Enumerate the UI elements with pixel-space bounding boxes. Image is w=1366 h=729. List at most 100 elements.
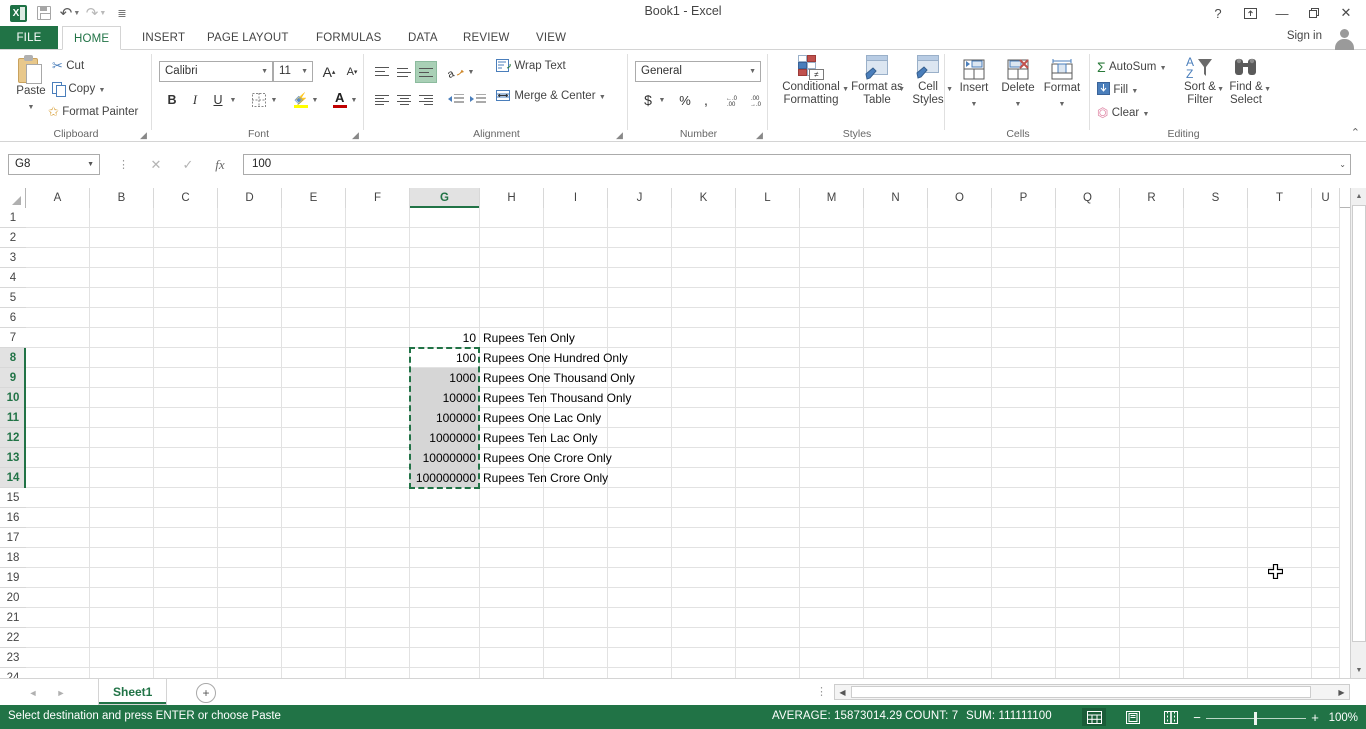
cell-G13[interactable]: 10000000 xyxy=(410,448,476,468)
increase-indent-button[interactable] xyxy=(467,89,489,111)
align-middle-button[interactable] xyxy=(393,61,415,83)
column-header-t[interactable]: T xyxy=(1248,188,1312,208)
grow-font-button[interactable]: A ▴ xyxy=(318,61,340,83)
orientation-button[interactable]: a xyxy=(445,61,467,83)
scroll-right-icon[interactable]: ▶ xyxy=(1334,685,1349,699)
column-header-f[interactable]: F xyxy=(346,188,410,208)
copy-dropdown-icon[interactable]: ▼ xyxy=(99,87,106,94)
row-header-20[interactable]: 20 xyxy=(0,588,26,608)
column-header-h[interactable]: H xyxy=(480,188,544,208)
font-name-input[interactable]: Calibri ▼ xyxy=(159,61,273,82)
format-as-table-button[interactable]: Format as Table ▼ xyxy=(851,55,905,107)
column-header-k[interactable]: K xyxy=(672,188,736,208)
zoom-slider[interactable] xyxy=(1206,710,1306,726)
cell-G9[interactable]: 1000 xyxy=(410,368,476,388)
cell-H11[interactable]: Rupees One Lac Only xyxy=(483,408,601,428)
vertical-scrollbar[interactable]: ▲ ▼ xyxy=(1350,188,1366,678)
merge-center-dropdown-icon[interactable]: ▼ xyxy=(599,94,606,101)
column-header-e[interactable]: E xyxy=(282,188,346,208)
row-header-19[interactable]: 19 xyxy=(0,568,26,588)
tab-file[interactable]: FILE xyxy=(0,26,58,50)
column-header-p[interactable]: P xyxy=(992,188,1056,208)
select-all-button[interactable] xyxy=(0,188,26,208)
align-center-button[interactable] xyxy=(393,89,415,111)
horizontal-scrollbar[interactable]: ◀ ▶ xyxy=(834,684,1350,700)
font-size-input[interactable]: 11 ▼ xyxy=(273,61,313,82)
vertical-scroll-thumb[interactable] xyxy=(1352,205,1366,642)
avatar[interactable] xyxy=(1332,27,1358,50)
cut-button[interactable]: ✂ Cut xyxy=(52,58,84,74)
scroll-up-icon[interactable]: ▲ xyxy=(1351,188,1366,204)
collapse-ribbon-icon[interactable]: ⌃ xyxy=(1351,126,1360,139)
cell-H14[interactable]: Rupees Ten Crore Only xyxy=(483,468,608,488)
column-header-m[interactable]: M xyxy=(800,188,864,208)
alignment-dialog-launcher-icon[interactable]: ◢ xyxy=(616,130,625,140)
sheet-tab-sheet1[interactable]: Sheet1 xyxy=(98,679,168,705)
column-header-g[interactable]: G xyxy=(410,188,480,208)
find-select-button[interactable]: Find & Select ▼ xyxy=(1222,55,1271,107)
column-header-r[interactable]: R xyxy=(1120,188,1184,208)
insert-cells-button[interactable]: Insert ▼ xyxy=(950,58,998,109)
delete-cells-button[interactable]: Delete ▼ xyxy=(994,58,1042,109)
decrease-indent-button[interactable] xyxy=(445,89,467,111)
column-header-l[interactable]: L xyxy=(736,188,800,208)
clipboard-dialog-launcher-icon[interactable]: ◢ xyxy=(140,130,149,140)
fill-dropdown-icon[interactable]: ▼ xyxy=(1131,88,1138,95)
zoom-out-button[interactable]: − xyxy=(1188,710,1206,725)
format-as-table-dropdown-icon[interactable]: ▼ xyxy=(898,86,905,93)
accounting-dropdown-icon[interactable]: ▼ xyxy=(656,89,668,111)
restore-button[interactable] xyxy=(1298,0,1330,26)
fill-color-dropdown-icon[interactable]: ▼ xyxy=(309,89,321,111)
insert-cells-dropdown-icon[interactable]: ▼ xyxy=(971,101,978,108)
underline-dropdown-icon[interactable]: ▼ xyxy=(227,89,239,111)
row-header-17[interactable]: 17 xyxy=(0,528,26,548)
row-header-10[interactable]: 10 xyxy=(0,388,26,408)
cell-H8[interactable]: Rupees One Hundred Only xyxy=(483,348,628,368)
cell-G10[interactable]: 10000 xyxy=(410,388,476,408)
column-header-o[interactable]: O xyxy=(928,188,992,208)
cell-G7[interactable]: 10 xyxy=(410,328,476,348)
autosum-button[interactable]: Σ AutoSum ▼ xyxy=(1097,59,1167,75)
underline-button[interactable]: U xyxy=(207,89,229,111)
autosum-dropdown-icon[interactable]: ▼ xyxy=(1160,65,1167,72)
column-header-i[interactable]: I xyxy=(544,188,608,208)
conditional-formatting-dropdown-icon[interactable]: ▼ xyxy=(842,86,849,93)
page-break-preview-button[interactable] xyxy=(1159,708,1183,726)
normal-view-button[interactable] xyxy=(1082,708,1106,726)
borders-dropdown-icon[interactable]: ▼ xyxy=(268,89,280,111)
sort-filter-button[interactable]: AZ Sort & Filter ▼ xyxy=(1177,55,1224,107)
ribbon-display-options-icon[interactable] xyxy=(1234,0,1266,26)
row-header-13[interactable]: 13 xyxy=(0,448,26,468)
comma-style-button[interactable]: , xyxy=(695,89,717,111)
scroll-down-icon[interactable]: ▼ xyxy=(1351,662,1366,678)
row-header-16[interactable]: 16 xyxy=(0,508,26,528)
tab-view[interactable]: VIEW xyxy=(525,26,577,50)
align-right-button[interactable] xyxy=(415,89,437,111)
tab-page-layout[interactable]: PAGE LAYOUT xyxy=(196,26,300,50)
column-header-d[interactable]: D xyxy=(218,188,282,208)
cell-H13[interactable]: Rupees One Crore Only xyxy=(483,448,612,468)
column-header-q[interactable]: Q xyxy=(1056,188,1120,208)
column-header-s[interactable]: S xyxy=(1184,188,1248,208)
prev-sheet-icon[interactable]: ◄ xyxy=(22,683,44,702)
row-header-22[interactable]: 22 xyxy=(0,628,26,648)
close-button[interactable]: ✕ xyxy=(1330,0,1362,26)
row-header-23[interactable]: 23 xyxy=(0,648,26,668)
conditional-formatting-button[interactable]: ≠ Conditional Formatting ▼ xyxy=(775,55,849,107)
row-header-8[interactable]: 8 xyxy=(0,348,26,368)
row-header-11[interactable]: 11 xyxy=(0,408,26,428)
row-header-15[interactable]: 15 xyxy=(0,488,26,508)
row-header-3[interactable]: 3 xyxy=(0,248,26,268)
help-icon[interactable]: ? xyxy=(1202,0,1234,26)
row-header-7[interactable]: 7 xyxy=(0,328,26,348)
align-bottom-button[interactable] xyxy=(415,61,437,83)
minimize-button[interactable]: — xyxy=(1266,0,1298,26)
name-box[interactable]: G8 ▼ xyxy=(8,154,100,175)
cell-G14[interactable]: 100000000 xyxy=(410,468,476,488)
column-header-b[interactable]: B xyxy=(90,188,154,208)
column-header-n[interactable]: N xyxy=(864,188,928,208)
row-header-12[interactable]: 12 xyxy=(0,428,26,448)
tab-insert[interactable]: INSERT xyxy=(131,26,196,50)
copy-button[interactable]: Copy ▼ xyxy=(52,81,106,98)
formula-input[interactable]: 100 ⌄ xyxy=(243,154,1351,175)
